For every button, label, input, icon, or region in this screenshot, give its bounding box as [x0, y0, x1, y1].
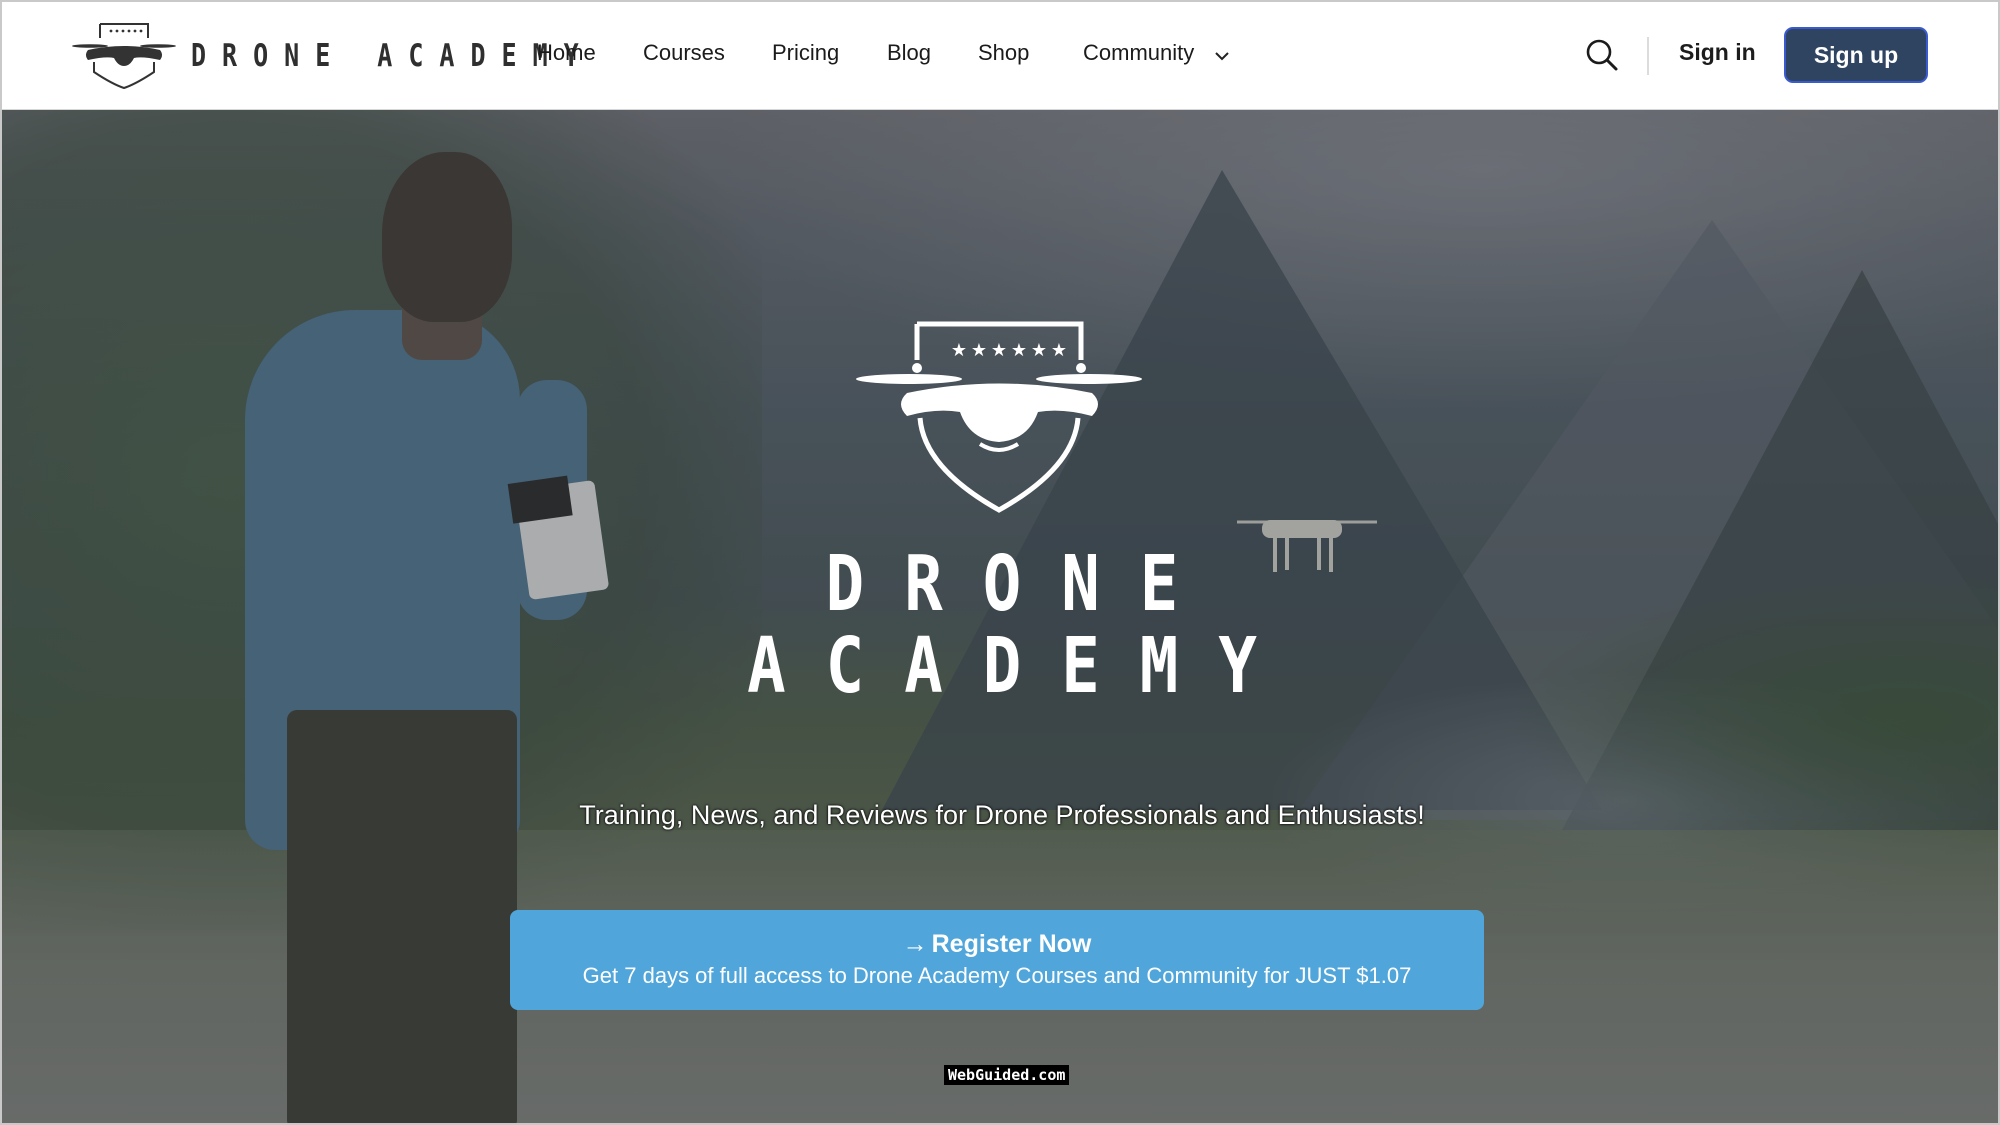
nav-community[interactable]: Community — [1083, 40, 1194, 66]
hero-title-line1: DRONE — [825, 540, 1219, 630]
svg-text:★: ★ — [951, 340, 967, 361]
chevron-down-icon[interactable] — [1212, 46, 1232, 66]
brand-name: DRONE ACADEMY — [191, 36, 595, 74]
search-icon[interactable] — [1585, 38, 1619, 72]
hero-tagline: Training, News, and Reviews for Drone Pr… — [579, 800, 1425, 830]
cta-subtitle: Get 7 days of full access to Drone Acade… — [582, 963, 1412, 988]
svg-text:★: ★ — [1031, 340, 1047, 361]
hero-title-line2: ACADEMY — [747, 622, 1297, 712]
nav-courses[interactable]: Courses — [643, 40, 725, 66]
hero-section: ★ ★ ★ ★ ★ ★ DRONE ACADEMY Training, News, an… — [2, 110, 1998, 1123]
drone-shield-logo-icon: ★ ★ ★ ★ ★ ★ — [856, 321, 1142, 513]
svg-text:★: ★ — [991, 340, 1007, 361]
header-divider — [1647, 37, 1649, 75]
nav-shop[interactable]: Shop — [978, 40, 1029, 66]
svg-text:★: ★ — [1051, 340, 1067, 361]
arrow-right-icon: → — [902, 930, 928, 958]
sign-in-link[interactable]: Sign in — [1679, 39, 1756, 66]
nav-home[interactable]: Home — [537, 40, 596, 66]
brand-logo-link[interactable]: DRONE ACADEMY — [72, 20, 595, 90]
cta-title: → Register Now — [510, 930, 1484, 959]
cta-title-text: Register Now — [931, 930, 1092, 958]
watermark: WebGuided.com — [944, 1065, 1070, 1085]
site-header: DRONE ACADEMY Home Courses Pricing Blog … — [2, 2, 1998, 110]
svg-text:★: ★ — [1011, 340, 1027, 361]
register-now-button[interactable]: → Register Now Get 7 days of full access … — [510, 910, 1484, 1010]
browser-frame: DRONE ACADEMY Home Courses Pricing Blog … — [0, 0, 2000, 1125]
nav-blog[interactable]: Blog — [887, 40, 931, 66]
svg-text:★: ★ — [971, 340, 987, 361]
drone-shield-logo-icon — [72, 23, 176, 90]
nav-pricing[interactable]: Pricing — [772, 40, 839, 66]
sign-up-button[interactable]: Sign up — [1784, 27, 1928, 83]
